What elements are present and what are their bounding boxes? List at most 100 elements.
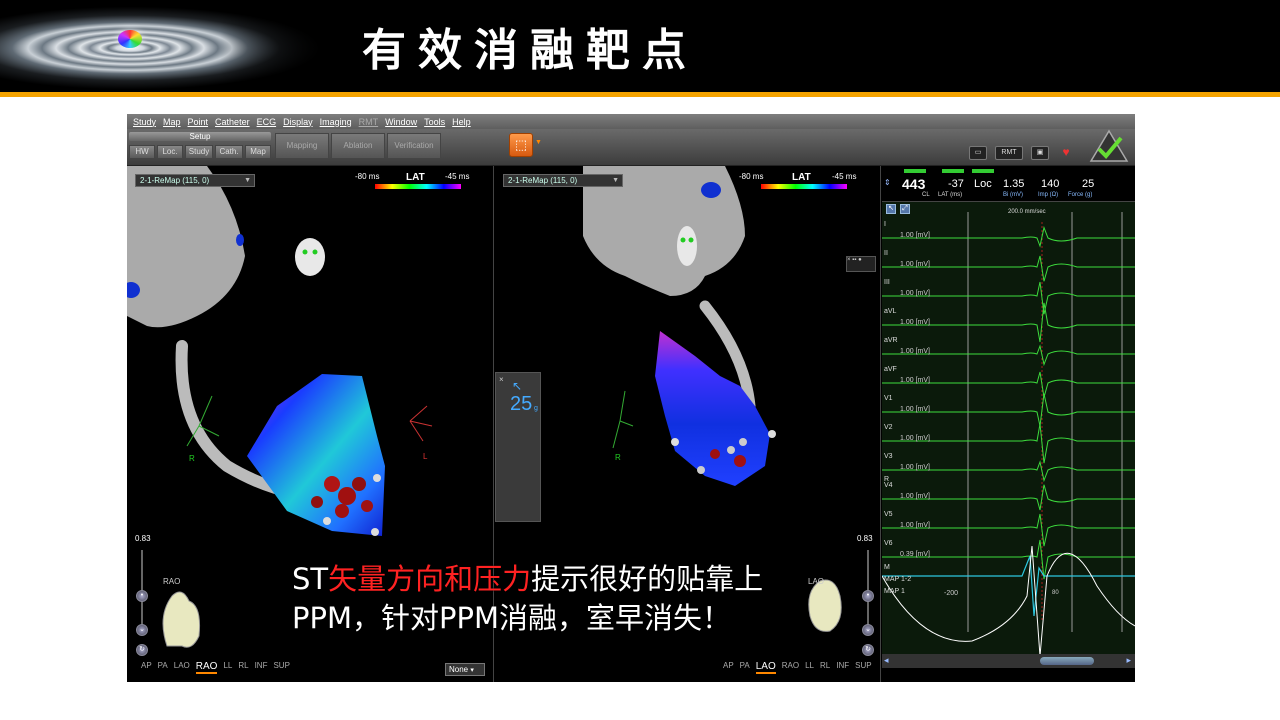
tab-ap[interactable]: AP bbox=[723, 661, 734, 674]
lead-name: V5 bbox=[884, 511, 893, 518]
tab-ap[interactable]: AP bbox=[141, 661, 152, 674]
lead-name: II bbox=[884, 250, 888, 257]
tab-lao[interactable]: LAO bbox=[755, 661, 776, 674]
tab-ll[interactable]: LL bbox=[223, 661, 232, 674]
lead-scale: 0.39 [mV] bbox=[900, 551, 930, 558]
chevron-down-icon[interactable]: ▼ bbox=[535, 139, 542, 146]
ecg-trace-ii bbox=[882, 255, 1135, 282]
lead-scale: 1.00 [mV] bbox=[900, 261, 930, 268]
monitor-icon[interactable]: ▭ bbox=[969, 146, 987, 160]
zoom-value: 0.83 bbox=[857, 534, 873, 543]
tab-rl[interactable]: RL bbox=[238, 661, 248, 674]
lat-max-label: -45 ms bbox=[445, 172, 470, 181]
menu-item-window[interactable]: Window bbox=[385, 117, 417, 127]
tab-rao[interactable]: RAO bbox=[195, 661, 218, 674]
slide-caption: ST矢量方向和压力提示很好的贴靠上 PPM，针对PPM消融，室早消失！ bbox=[292, 562, 764, 635]
tab-rao[interactable]: RAO bbox=[782, 661, 799, 674]
menu-item-imaging[interactable]: Imaging bbox=[320, 117, 352, 127]
tab-sup[interactable]: SUP bbox=[273, 661, 289, 674]
rotate-down-icon[interactable]: ⌄ bbox=[136, 624, 148, 636]
menu-item-help[interactable]: Help bbox=[452, 117, 471, 127]
cl-label: CL bbox=[922, 192, 930, 198]
heart-icon[interactable]: ♥ bbox=[1057, 146, 1075, 160]
tab-study[interactable]: Study bbox=[185, 145, 213, 159]
lat-value: -37 bbox=[948, 178, 964, 190]
force-label: Force (g) bbox=[1068, 192, 1093, 198]
sort-arrows-icon[interactable]: ⇕ bbox=[884, 178, 891, 187]
title-banner: 有效消融靶点 bbox=[0, 0, 1280, 92]
zoom-slider-handle[interactable]: • bbox=[136, 590, 148, 602]
reset-view-icon[interactable]: ↻ bbox=[862, 644, 874, 656]
rmt-status-icon[interactable]: RMT bbox=[995, 146, 1023, 160]
mapping-button[interactable]: Mapping bbox=[275, 133, 329, 159]
rotate-down-icon[interactable]: ⌄ bbox=[862, 624, 874, 636]
menu-item-display[interactable]: Display bbox=[283, 117, 313, 127]
tab-pa[interactable]: PA bbox=[740, 661, 750, 674]
chevron-down-icon: ▼ bbox=[244, 177, 251, 184]
ablation-button[interactable]: Ablation bbox=[331, 133, 385, 159]
extra-lead-name: M bbox=[884, 564, 890, 571]
lead-scale: 1.00 [mV] bbox=[900, 290, 930, 297]
verification-button[interactable]: Verification bbox=[387, 133, 441, 159]
overlay-select[interactable]: None ▾ bbox=[445, 663, 485, 676]
lead-scale: 1.00 [mV] bbox=[900, 377, 930, 384]
bi-label: Bi (mV) bbox=[1003, 192, 1023, 198]
r-marker-label: R bbox=[884, 476, 890, 483]
tab-ll[interactable]: LL bbox=[805, 661, 814, 674]
slide-title: 有效消融靶点 bbox=[362, 25, 698, 76]
cursor-tool-icon[interactable]: ↖ bbox=[886, 204, 896, 214]
tab-rl[interactable]: RL bbox=[820, 661, 830, 674]
tab-cath[interactable]: Cath. bbox=[215, 145, 243, 159]
slide: 有效消融靶点 Study Map Point Catheter ECG Display Im… bbox=[0, 0, 1280, 720]
lat-min-label: -80 ms bbox=[739, 172, 764, 181]
device-icon[interactable]: ▣ bbox=[1031, 146, 1049, 160]
ecg-trace-v6 bbox=[882, 539, 1135, 580]
lead-scale: 1.00 [mV] bbox=[900, 493, 930, 500]
tab-lao[interactable]: LAO bbox=[174, 661, 190, 674]
tab-inf[interactable]: INF bbox=[836, 661, 849, 674]
menu-item-point[interactable]: Point bbox=[188, 117, 209, 127]
scrollbar-thumb[interactable] bbox=[1040, 657, 1094, 665]
ecg-trace-iii bbox=[882, 281, 1135, 315]
menu-item-catheter[interactable]: Catheter bbox=[215, 117, 250, 127]
view-orientation-label: RAO bbox=[163, 577, 181, 586]
menu-item-tools[interactable]: Tools bbox=[424, 117, 445, 127]
ecg-scrollbar[interactable]: ◂ ▸ bbox=[882, 654, 1135, 668]
accent-divider bbox=[0, 92, 1280, 97]
tab-inf[interactable]: INF bbox=[255, 661, 268, 674]
reset-view-icon[interactable]: ↻ bbox=[136, 644, 148, 656]
tab-map[interactable]: Map bbox=[245, 145, 271, 159]
ecg-traces[interactable]: ↖ ⤢ 200.0 mm/sec I 1.00 [mV] II 1.00 [mV] II… bbox=[882, 202, 1135, 654]
map-select-dropdown[interactable]: 2-1-ReMap (115, 0) ▼ bbox=[135, 174, 255, 187]
zoom-slider-handle[interactable]: • bbox=[862, 590, 874, 602]
tab-hw[interactable]: HW bbox=[129, 145, 155, 159]
lat-max-label: -45 ms bbox=[832, 172, 857, 181]
menu-item-rmt[interactable]: RMT bbox=[359, 117, 379, 127]
tab-pa[interactable]: PA bbox=[158, 661, 168, 674]
chevron-down-icon: ▼ bbox=[612, 177, 619, 184]
ecg-panel[interactable]: ⇕ 443 CL -37 LAT (ms) Loc 1.35 Bi (mV) 1… bbox=[882, 166, 1135, 682]
extra-lead-name: MAP 1 bbox=[884, 588, 905, 595]
scroll-right-icon[interactable]: ▸ bbox=[1126, 655, 1131, 666]
menu-item-ecg[interactable]: ECG bbox=[257, 117, 277, 127]
point-legend-icon[interactable]: × ▪▪ ● bbox=[846, 256, 876, 272]
imp-label: Imp (Ω) bbox=[1038, 192, 1059, 198]
select-tool-button[interactable]: ⬚ bbox=[509, 133, 533, 157]
close-icon[interactable]: × bbox=[499, 375, 504, 384]
lat-title: LAT bbox=[406, 172, 425, 183]
tab-sup[interactable]: SUP bbox=[855, 661, 871, 674]
lead-name: aVR bbox=[884, 337, 898, 344]
chevron-down-icon: ▾ bbox=[470, 667, 474, 674]
setup-group-label[interactable]: Setup bbox=[129, 132, 271, 141]
system-ok-icon[interactable] bbox=[1089, 129, 1129, 163]
map-select-dropdown[interactable]: 2-1-ReMap (115, 0) ▼ bbox=[503, 174, 623, 187]
scroll-left-icon[interactable]: ◂ bbox=[884, 655, 889, 666]
menu-item-study[interactable]: Study bbox=[133, 117, 156, 127]
zoom-tool-icon[interactable]: ⤢ bbox=[900, 204, 910, 214]
menu-item-map[interactable]: Map bbox=[163, 117, 181, 127]
bi-value: 1.35 bbox=[1003, 178, 1025, 190]
lead-name: I bbox=[884, 221, 886, 228]
force-vector-icon: ↖ bbox=[512, 379, 523, 393]
lead-scale: 1.00 [mV] bbox=[900, 348, 930, 355]
tab-loc[interactable]: Loc. bbox=[157, 145, 183, 159]
